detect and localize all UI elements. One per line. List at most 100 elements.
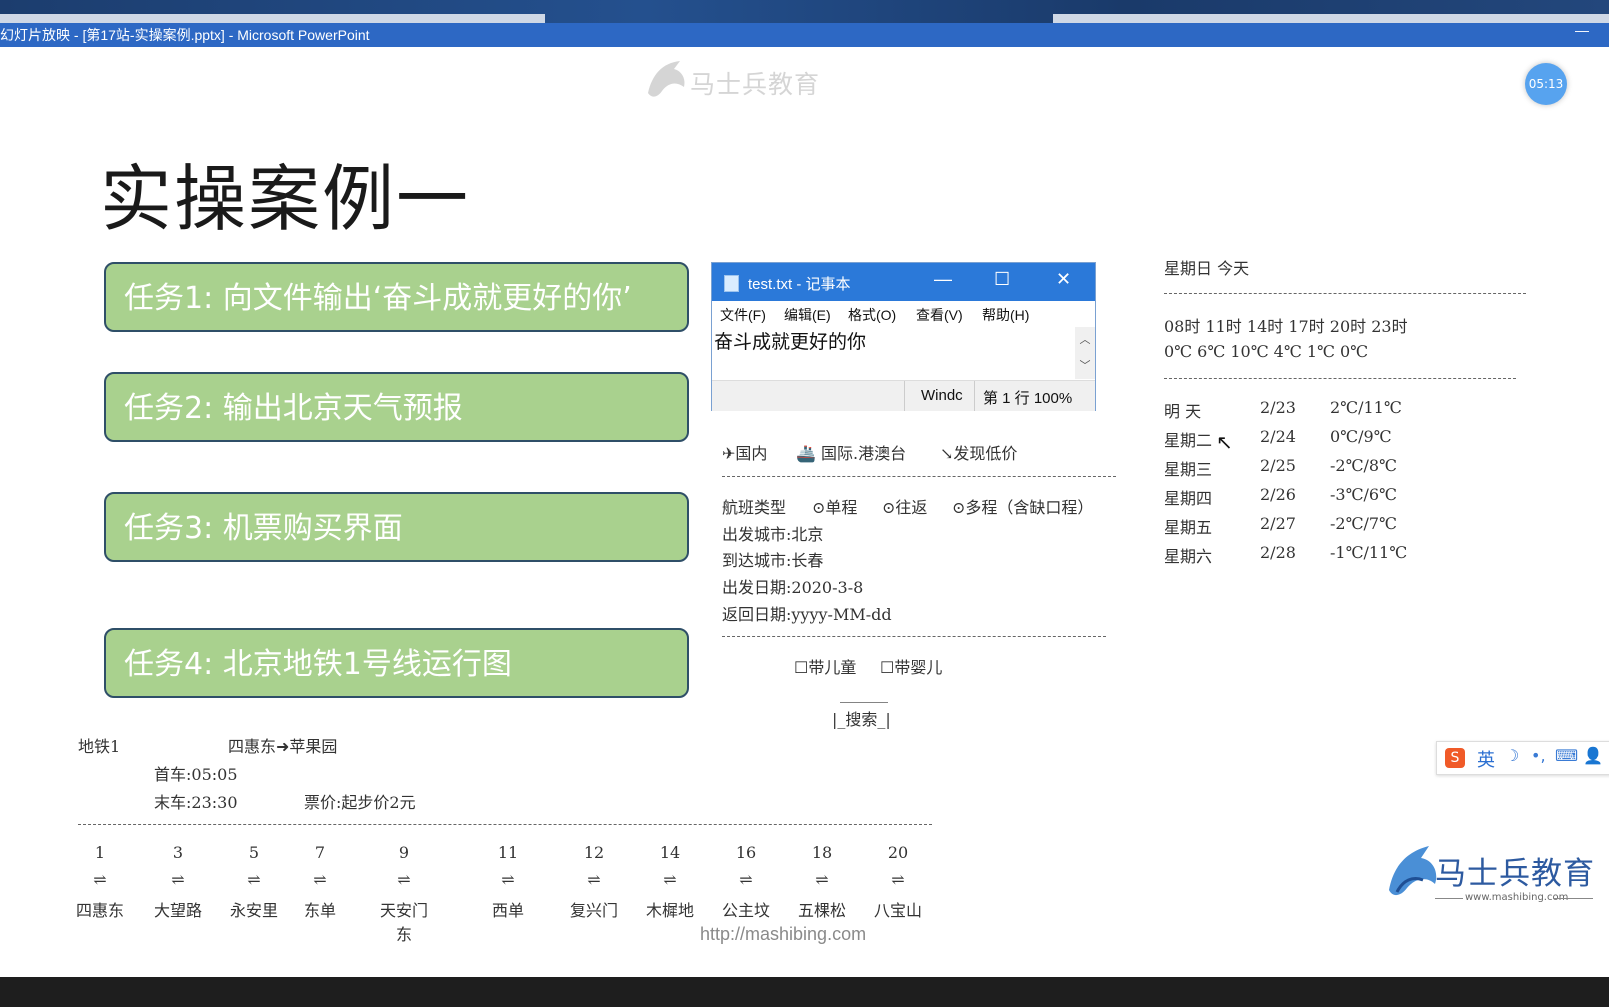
forecast-date: 2/25: [1260, 456, 1296, 475]
punctuation-icon[interactable]: •,: [1531, 746, 1546, 765]
forecast-range: 2℃/11℃: [1330, 398, 1402, 417]
slide-title: 实操案例一: [100, 157, 471, 241]
scroll-down-icon[interactable]: ﹀: [1075, 357, 1095, 373]
station-arrow-icon: ⇌: [815, 870, 829, 889]
station-arrow-icon: ⇌: [501, 870, 515, 889]
forecast-range: -2℃/7℃: [1330, 514, 1397, 533]
brand-watermark-top: 马士兵教育: [640, 55, 830, 105]
station-number: 12: [583, 843, 605, 862]
notepad-maximize-button[interactable]: ☐: [994, 269, 1010, 290]
divider: [1164, 293, 1526, 294]
status-encoding: Windc: [921, 387, 963, 404]
recording-timer[interactable]: 05:13: [1525, 63, 1567, 105]
minimize-button[interactable]: —: [1575, 19, 1589, 41]
brand-watermark-bottom: 马士兵教育 www.mashibing.com: [1383, 840, 1598, 920]
station-name: 东单: [303, 901, 336, 920]
sogou-logo-icon[interactable]: S: [1445, 748, 1465, 768]
option-oneway: ⊙单程: [812, 498, 858, 517]
forecast-range: -2℃/8℃: [1330, 456, 1397, 475]
divider: [1164, 378, 1516, 379]
station-arrow-icon: ⇌: [247, 870, 261, 889]
arrive-city: 到达城市:长春: [722, 551, 824, 570]
notepad-window[interactable]: test.txt - 记事本 — ☐ ✕ 文件(F) 编辑(E) 格式(O) 查…: [711, 262, 1096, 411]
station-arrow-icon: ⇌: [891, 870, 905, 889]
forecast-range: -3℃/6℃: [1330, 485, 1397, 504]
station-name: 永安里: [229, 901, 278, 920]
return-date: 返回日期:yyyy-MM-dd: [722, 605, 892, 624]
search-box-top: ______: [840, 684, 888, 703]
menu-help[interactable]: 帮助(H): [982, 305, 1029, 325]
tab-domestic: ✈国内: [722, 444, 768, 463]
station-name: 木樨地: [645, 901, 694, 920]
depart-city: 出发城市:北京: [722, 525, 824, 544]
station-arrow-icon: ⇌: [663, 870, 677, 889]
station-name: 四惠东: [75, 901, 124, 920]
subway-direction: 四惠东➜苹果园: [228, 737, 338, 756]
notepad-close-button[interactable]: ✕: [1056, 269, 1071, 290]
menu-file[interactable]: 文件(F): [720, 305, 766, 325]
station-name: 复兴门: [569, 901, 618, 920]
window-titlebar: 幻灯片放映 - [第17站-实操案例.pptx] - Microsoft Pow…: [0, 22, 1609, 47]
weather-hour-temps: 0℃ 6℃ 10℃ 4℃ 1℃ 0℃: [1164, 342, 1369, 361]
checkbox-infant: ☐带婴儿: [880, 658, 943, 677]
mouse-cursor-icon: ↖: [1216, 430, 1233, 454]
forecast-day: 星期四: [1164, 489, 1213, 508]
notepad-titlebar[interactable]: test.txt - 记事本 — ☐ ✕: [712, 263, 1095, 301]
scroll-up-icon[interactable]: ︿: [1075, 331, 1095, 347]
station-arrow-icon: ⇌: [587, 870, 601, 889]
option-roundtrip: ⊙往返: [882, 498, 928, 517]
user-icon[interactable]: 👤: [1583, 746, 1603, 765]
station-arrow-icon: ⇌: [313, 870, 327, 889]
station-number: 20: [887, 843, 909, 862]
forecast-day: 明 天: [1164, 402, 1202, 421]
station-arrow-icon: ⇌: [93, 870, 107, 889]
station-name: 公主坟: [721, 901, 770, 920]
footer-url: http://mashibing.com: [700, 924, 867, 944]
station-name: 八宝山: [873, 901, 922, 920]
status-position: 第 1 行 100%: [983, 390, 1073, 407]
depart-date: 出发日期:2020-3-8: [722, 578, 864, 597]
station-number: 9: [398, 843, 410, 862]
task-3-box: 任务3: 机票购买界面: [104, 492, 689, 562]
bottom-dark-bar: [0, 977, 1609, 1007]
notepad-minimize-button[interactable]: —: [934, 269, 952, 290]
station-arrow-icon: ⇌: [171, 870, 185, 889]
station-number: 5: [248, 843, 260, 862]
menu-format[interactable]: 格式(O): [848, 305, 896, 325]
forecast-day: 星期二: [1164, 431, 1213, 450]
forecast-date: 2/24: [1260, 427, 1296, 446]
menu-view[interactable]: 查看(V): [916, 305, 963, 325]
notepad-scrollbar[interactable]: ︿ ﹀: [1075, 327, 1095, 379]
forecast-range: -1℃/11℃: [1330, 543, 1408, 562]
forecast-date: 2/26: [1260, 485, 1296, 504]
weather-header: 星期日 今天: [1164, 259, 1250, 278]
station-number: 18: [811, 843, 833, 862]
station-number: 16: [735, 843, 757, 862]
station-number: 1: [94, 843, 106, 862]
menu-edit[interactable]: 编辑(E): [784, 305, 831, 325]
station-arrow-icon: ⇌: [739, 870, 753, 889]
divider: [78, 824, 932, 825]
moon-icon[interactable]: ☽: [1505, 746, 1519, 765]
notepad-menubar: 文件(F) 编辑(E) 格式(O) 查看(V) 帮助(H): [712, 301, 1095, 325]
forecast-day: 星期六: [1164, 547, 1213, 566]
notepad-title: test.txt - 记事本: [748, 276, 851, 293]
forecast-day: 星期三: [1164, 460, 1213, 479]
station-name: 五棵松: [797, 901, 846, 920]
ime-mode[interactable]: 英: [1477, 746, 1495, 772]
notepad-text-area[interactable]: 奋斗成就更好的你: [714, 327, 1074, 379]
subway-fare: 票价:起步价2元: [304, 793, 416, 812]
brand-name: 马士兵教育: [690, 70, 821, 99]
station-name: 天安门东: [379, 901, 428, 944]
keyboard-icon[interactable]: ⌨: [1555, 746, 1578, 765]
ime-toolbar[interactable]: S 英 ☽ •, ⌨ 👤: [1436, 741, 1609, 775]
tab-international: 🚢 国际.港澳台: [796, 444, 907, 463]
forecast-day: 星期五: [1164, 518, 1213, 537]
divider: [722, 636, 1106, 637]
forecast-date: 2/27: [1260, 514, 1296, 533]
forecast-range: 0℃/9℃: [1330, 427, 1392, 446]
station-number: 3: [172, 843, 184, 862]
window-title: 幻灯片放映 - [第17站-实操案例.pptx] - Microsoft Pow…: [0, 27, 370, 43]
horse-logo-icon: [1389, 846, 1437, 896]
weather-hours: 08时 11时 14时 17时 20时 23时: [1164, 317, 1408, 336]
